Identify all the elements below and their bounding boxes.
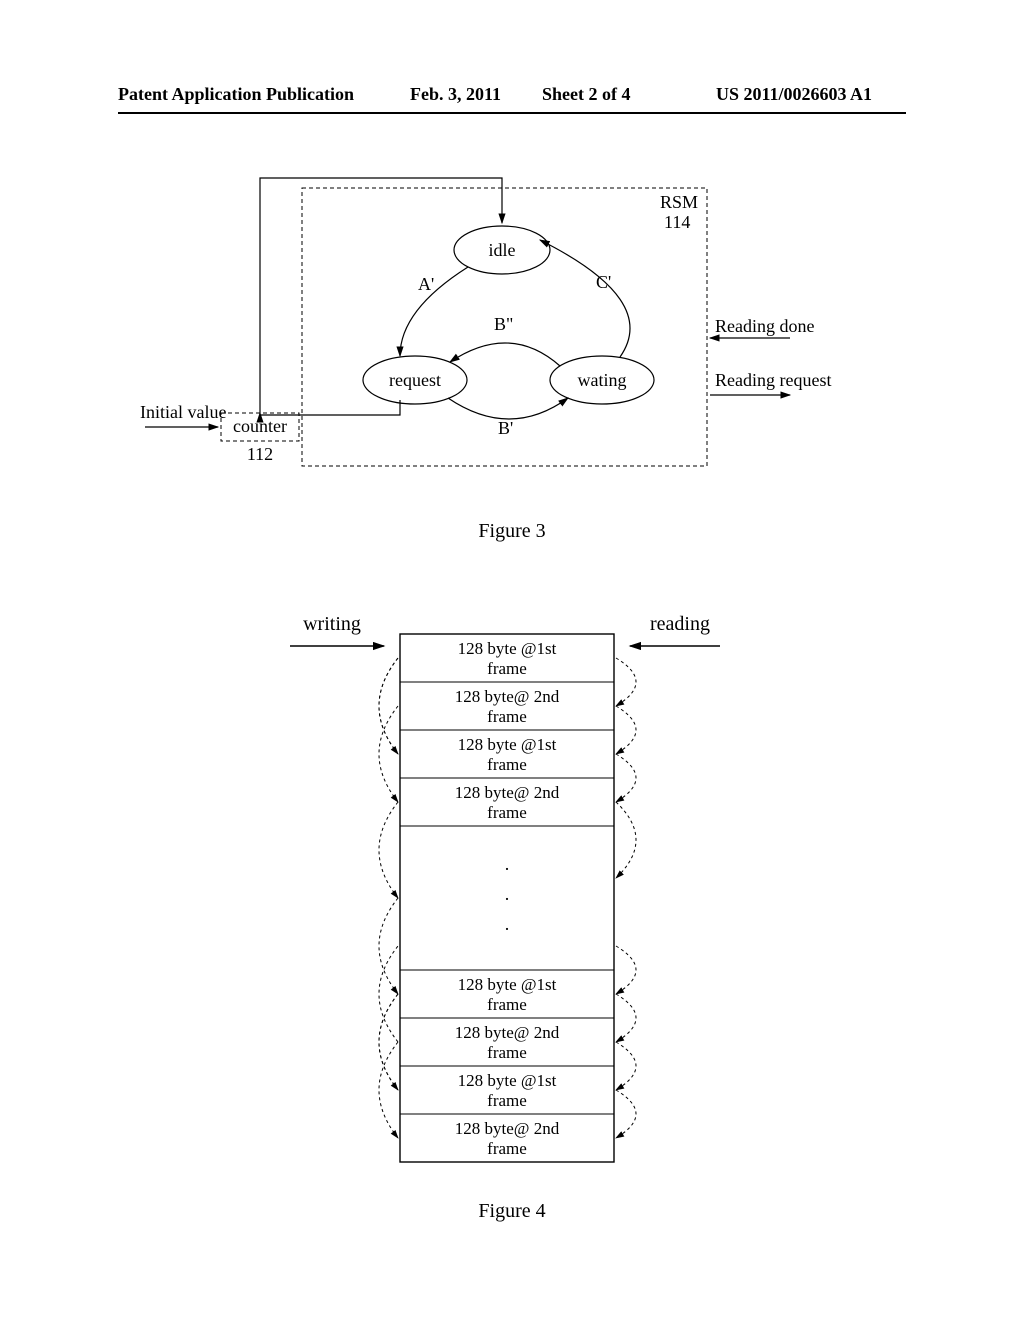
figure-4: writing reading 128 byte @1st frame 12 [0,600,1024,1180]
header-rule [118,112,906,114]
svg-text:128 byte @1st: 128 byte @1st [458,975,557,994]
reading-arcs [616,658,636,1138]
request-text: request [389,370,441,390]
svg-text:frame: frame [487,803,527,822]
header-date: Feb. 3, 2011 [410,84,501,105]
svg-text:128 byte @1st: 128 byte @1st [458,735,557,754]
figure-3-caption: Figure 3 [0,520,1024,543]
svg-text:128 byte@ 2nd: 128 byte@ 2nd [455,783,560,802]
initial-text: Initial value [140,402,226,422]
svg-text:frame: frame [487,659,527,678]
writing-label: writing [303,613,361,635]
svg-text:128 byte@ 2nd: 128 byte@ 2nd [455,1023,560,1042]
counter-to-idle [260,178,502,413]
header-pub: Patent Application Publication [118,84,354,105]
svg-text:frame: frame [487,707,527,726]
label-b-prime: B' [498,418,513,438]
svg-text:frame: frame [487,755,527,774]
dots-2: . [505,884,510,904]
reading-label: reading [650,613,710,635]
transition-b-pp [450,343,560,366]
writing-arcs [379,658,398,1138]
reading-request-text: Reading request [715,370,831,390]
rsm-num-label: 114 [664,212,690,232]
rsm-label: RSM [660,192,698,212]
waiting-text: wating [578,370,627,390]
dots-1: . [505,854,510,874]
idle-text: idle [489,240,516,260]
header-docnum: US 2011/0026603 A1 [716,84,872,105]
label-a: A' [418,274,434,294]
dots-3: . [505,914,510,934]
svg-text:frame: frame [487,1139,527,1158]
counter-num: 112 [247,444,273,464]
label-c: C' [596,272,611,292]
svg-text:frame: frame [487,1091,527,1110]
counter-text: counter [233,416,287,436]
transition-b-prime [448,398,568,419]
figure-3-svg: RSM 114 idle request wating A' C' B' B" … [0,170,1024,500]
figure-4-svg: writing reading 128 byte @1st frame 12 [0,600,1024,1180]
header-sheet: Sheet 2 of 4 [542,84,631,105]
svg-text:128 byte @1st: 128 byte @1st [458,1071,557,1090]
reading-done-text: Reading done [715,316,814,336]
svg-text:128 byte @1st: 128 byte @1st [458,639,557,658]
transition-c [540,240,630,357]
svg-text:128 byte@ 2nd: 128 byte@ 2nd [455,687,560,706]
figure-3: RSM 114 idle request wating A' C' B' B" … [0,170,1024,500]
figure-4-caption: Figure 4 [0,1200,1024,1223]
svg-text:frame: frame [487,1043,527,1062]
svg-text:128 byte@ 2nd: 128 byte@ 2nd [455,1119,560,1138]
svg-text:frame: frame [487,995,527,1014]
label-b-pp: B" [494,314,513,334]
